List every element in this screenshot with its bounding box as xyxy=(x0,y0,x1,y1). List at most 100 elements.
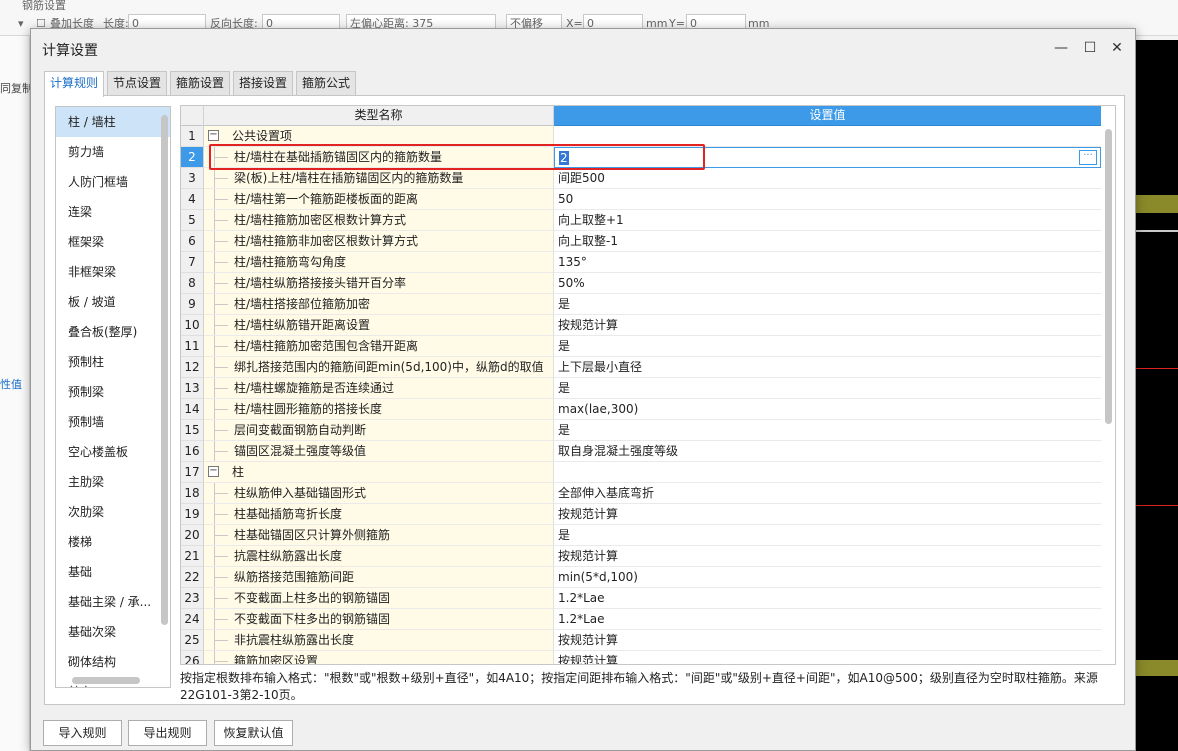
setting-value-cell[interactable]: 是 xyxy=(554,525,1101,546)
setting-value-text[interactable]: 按规范计算 xyxy=(558,507,618,521)
category-item[interactable]: 板 / 坡道 xyxy=(56,287,170,317)
type-name-cell[interactable]: 柱/墙柱箍筋弯勾角度 xyxy=(204,252,554,273)
table-row[interactable]: 19 柱基础插筋弯折长度 按规范计算 xyxy=(181,504,1101,525)
table-row[interactable]: 25 非抗震柱纵筋露出长度 按规范计算 xyxy=(181,630,1101,651)
type-name-cell[interactable]: 柱基础插筋弯折长度 xyxy=(204,504,554,525)
import-rules-button[interactable]: 导入规则 xyxy=(43,720,122,746)
table-row[interactable]: 2 柱/墙柱在基础插筋锚固区内的箍筋数量 2 ··· xyxy=(181,147,1101,168)
table-row[interactable]: 17− 柱 xyxy=(181,462,1101,483)
category-item[interactable]: 人防门框墙 xyxy=(56,167,170,197)
table-row[interactable]: 26 箍筋加密区设置 按规范计算 xyxy=(181,651,1101,664)
setting-value-text[interactable]: 全部伸入基底弯折 xyxy=(558,486,654,500)
setting-value-cell[interactable]: 取自身混凝土强度等级 xyxy=(554,441,1101,462)
table-row[interactable]: 9 柱/墙柱搭接部位箍筋加密 是 xyxy=(181,294,1101,315)
setting-value-cell[interactable]: 50% xyxy=(554,273,1101,294)
setting-value-text[interactable]: 1.2*Lae xyxy=(558,612,605,626)
category-item[interactable]: 次肋梁 xyxy=(56,497,170,527)
category-item[interactable]: 预制墙 xyxy=(56,407,170,437)
table-row[interactable]: 6 柱/墙柱箍筋非加密区根数计算方式 向上取整-1 xyxy=(181,231,1101,252)
setting-value-cell[interactable]: 向上取整-1 xyxy=(554,231,1101,252)
maximize-button[interactable]: ☐ xyxy=(1078,38,1102,58)
type-name-cell[interactable]: 抗震柱纵筋露出长度 xyxy=(204,546,554,567)
type-name-cell[interactable]: 柱/墙柱第一个箍筋距楼板面的距离 xyxy=(204,189,554,210)
setting-value-cell[interactable]: 按规范计算 xyxy=(554,546,1101,567)
table-row[interactable]: 18 柱纵筋伸入基础锚固形式 全部伸入基底弯折 xyxy=(181,483,1101,504)
setting-value-text[interactable]: 是 xyxy=(558,297,570,311)
type-name-cell[interactable]: 梁(板)上柱/墙柱在插筋锚固区内的箍筋数量 xyxy=(204,168,554,189)
category-item[interactable]: 基础 xyxy=(56,557,170,587)
setting-value-text[interactable]: min(5*d,100) xyxy=(558,570,638,584)
category-item[interactable]: 预制柱 xyxy=(56,347,170,377)
category-item[interactable]: 楼梯 xyxy=(56,527,170,557)
setting-value-text[interactable]: 是 xyxy=(558,381,570,395)
setting-value-text[interactable]: 取自身混凝土强度等级 xyxy=(558,444,678,458)
table-row[interactable]: 20 柱基础锚固区只计算外侧箍筋 是 xyxy=(181,525,1101,546)
type-name-cell[interactable]: 柱/墙柱螺旋箍筋是否连续通过 xyxy=(204,378,554,399)
category-item[interactable]: 连梁 xyxy=(56,197,170,227)
setting-value-text[interactable]: 135° xyxy=(558,255,587,269)
category-item[interactable]: 砌体结构 xyxy=(56,647,170,677)
setting-value-text[interactable]: 向上取整-1 xyxy=(558,234,618,248)
category-item[interactable]: 框架梁 xyxy=(56,227,170,257)
type-name-cell[interactable]: 柱/墙柱在基础插筋锚固区内的箍筋数量 xyxy=(204,147,554,168)
setting-value-text[interactable]: 向上取整+1 xyxy=(558,213,624,227)
setting-value-text[interactable]: 按规范计算 xyxy=(558,549,618,563)
table-row[interactable]: 22 纵筋搭接范围箍筋间距 min(5*d,100) xyxy=(181,567,1101,588)
header-type-name[interactable]: 类型名称 xyxy=(204,106,554,126)
table-row[interactable]: 12 绑扎搭接范围内的箍筋间距min(5d,100)中，纵筋d的取值 上下层最小直径 xyxy=(181,357,1101,378)
type-name-cell[interactable]: − 柱 xyxy=(204,462,554,483)
setting-value-cell[interactable]: 按规范计算 xyxy=(554,651,1101,664)
category-item[interactable]: 柱 / 墙柱 xyxy=(56,107,170,137)
bg-dropdown-arrow[interactable]: ▾ xyxy=(18,15,24,32)
setting-value-text[interactable]: 50% xyxy=(558,276,585,290)
table-row[interactable]: 21 抗震柱纵筋露出长度 按规范计算 xyxy=(181,546,1101,567)
category-item[interactable]: 空心楼盖板 xyxy=(56,437,170,467)
setting-value-cell[interactable] xyxy=(554,126,1101,147)
collapse-icon[interactable]: − xyxy=(208,130,219,141)
type-name-cell[interactable]: 柱/墙柱箍筋加密范围包含错开距离 xyxy=(204,336,554,357)
type-name-cell[interactable]: 柱基础锚固区只计算外侧箍筋 xyxy=(204,525,554,546)
type-name-cell[interactable]: 绑扎搭接范围内的箍筋间距min(5d,100)中，纵筋d的取值 xyxy=(204,357,554,378)
tab-node-settings[interactable]: 节点设置 xyxy=(107,71,167,95)
grid-vertical-scrollbar[interactable] xyxy=(1105,129,1112,424)
setting-value-cell[interactable]: 是 xyxy=(554,378,1101,399)
table-row[interactable]: 24 不变截面下柱多出的钢筋锚固 1.2*Lae xyxy=(181,609,1101,630)
setting-value-cell[interactable]: 上下层最小直径 xyxy=(554,357,1101,378)
setting-value-text[interactable]: 2 xyxy=(559,151,569,165)
setting-value-text[interactable]: 按规范计算 xyxy=(558,654,618,664)
ellipsis-button[interactable]: ··· xyxy=(1079,150,1097,165)
setting-value-cell[interactable]: 是 xyxy=(554,336,1101,357)
dialog-title-bar[interactable]: 计算设置 — ☐ ✕ xyxy=(31,29,1135,67)
table-row[interactable]: 1− 公共设置项 xyxy=(181,126,1101,147)
table-row[interactable]: 13 柱/墙柱螺旋箍筋是否连续通过 是 xyxy=(181,378,1101,399)
setting-value-cell[interactable]: 1.2*Lae xyxy=(554,588,1101,609)
type-name-cell[interactable]: 柱/墙柱纵筋搭接接头错开百分率 xyxy=(204,273,554,294)
category-item[interactable]: 剪力墙 xyxy=(56,137,170,167)
type-name-cell[interactable]: 柱/墙柱箍筋非加密区根数计算方式 xyxy=(204,231,554,252)
table-row[interactable]: 5 柱/墙柱箍筋加密区根数计算方式 向上取整+1 xyxy=(181,210,1101,231)
table-row[interactable]: 16 锚固区混凝土强度等级值 取自身混凝土强度等级 xyxy=(181,441,1101,462)
setting-value-text[interactable]: max(lae,300) xyxy=(558,402,638,416)
type-name-cell[interactable]: 层间变截面钢筋自动判断 xyxy=(204,420,554,441)
collapse-icon[interactable]: − xyxy=(208,466,219,477)
type-name-cell[interactable]: 非抗震柱纵筋露出长度 xyxy=(204,630,554,651)
setting-value-cell[interactable]: min(5*d,100) xyxy=(554,567,1101,588)
setting-value-cell[interactable]: 是 xyxy=(554,420,1101,441)
setting-value-cell[interactable]: 1.2*Lae xyxy=(554,609,1101,630)
type-name-cell[interactable]: 柱/墙柱搭接部位箍筋加密 xyxy=(204,294,554,315)
tab-stirrup-settings[interactable]: 箍筋设置 xyxy=(170,71,230,95)
setting-value-text[interactable]: 按规范计算 xyxy=(558,633,618,647)
setting-value-cell[interactable]: 间距500 xyxy=(554,168,1101,189)
tab-calc-rules[interactable]: 计算规则 xyxy=(44,71,104,97)
setting-value-cell[interactable]: 是 xyxy=(554,294,1101,315)
setting-value-cell[interactable]: max(lae,300) xyxy=(554,399,1101,420)
header-setting-value[interactable]: 设置值 xyxy=(554,106,1101,126)
setting-value-cell[interactable]: 50 xyxy=(554,189,1101,210)
type-name-cell[interactable]: 柱纵筋伸入基础锚固形式 xyxy=(204,483,554,504)
setting-value-text[interactable]: 间距500 xyxy=(558,171,605,185)
category-item[interactable]: 非框架梁 xyxy=(56,257,170,287)
table-row[interactable]: 3 梁(板)上柱/墙柱在插筋锚固区内的箍筋数量 间距500 xyxy=(181,168,1101,189)
restore-defaults-button[interactable]: 恢复默认值 xyxy=(214,720,293,746)
table-row[interactable]: 11 柱/墙柱箍筋加密范围包含错开距离 是 xyxy=(181,336,1101,357)
category-item[interactable]: 基础次梁 xyxy=(56,617,170,647)
